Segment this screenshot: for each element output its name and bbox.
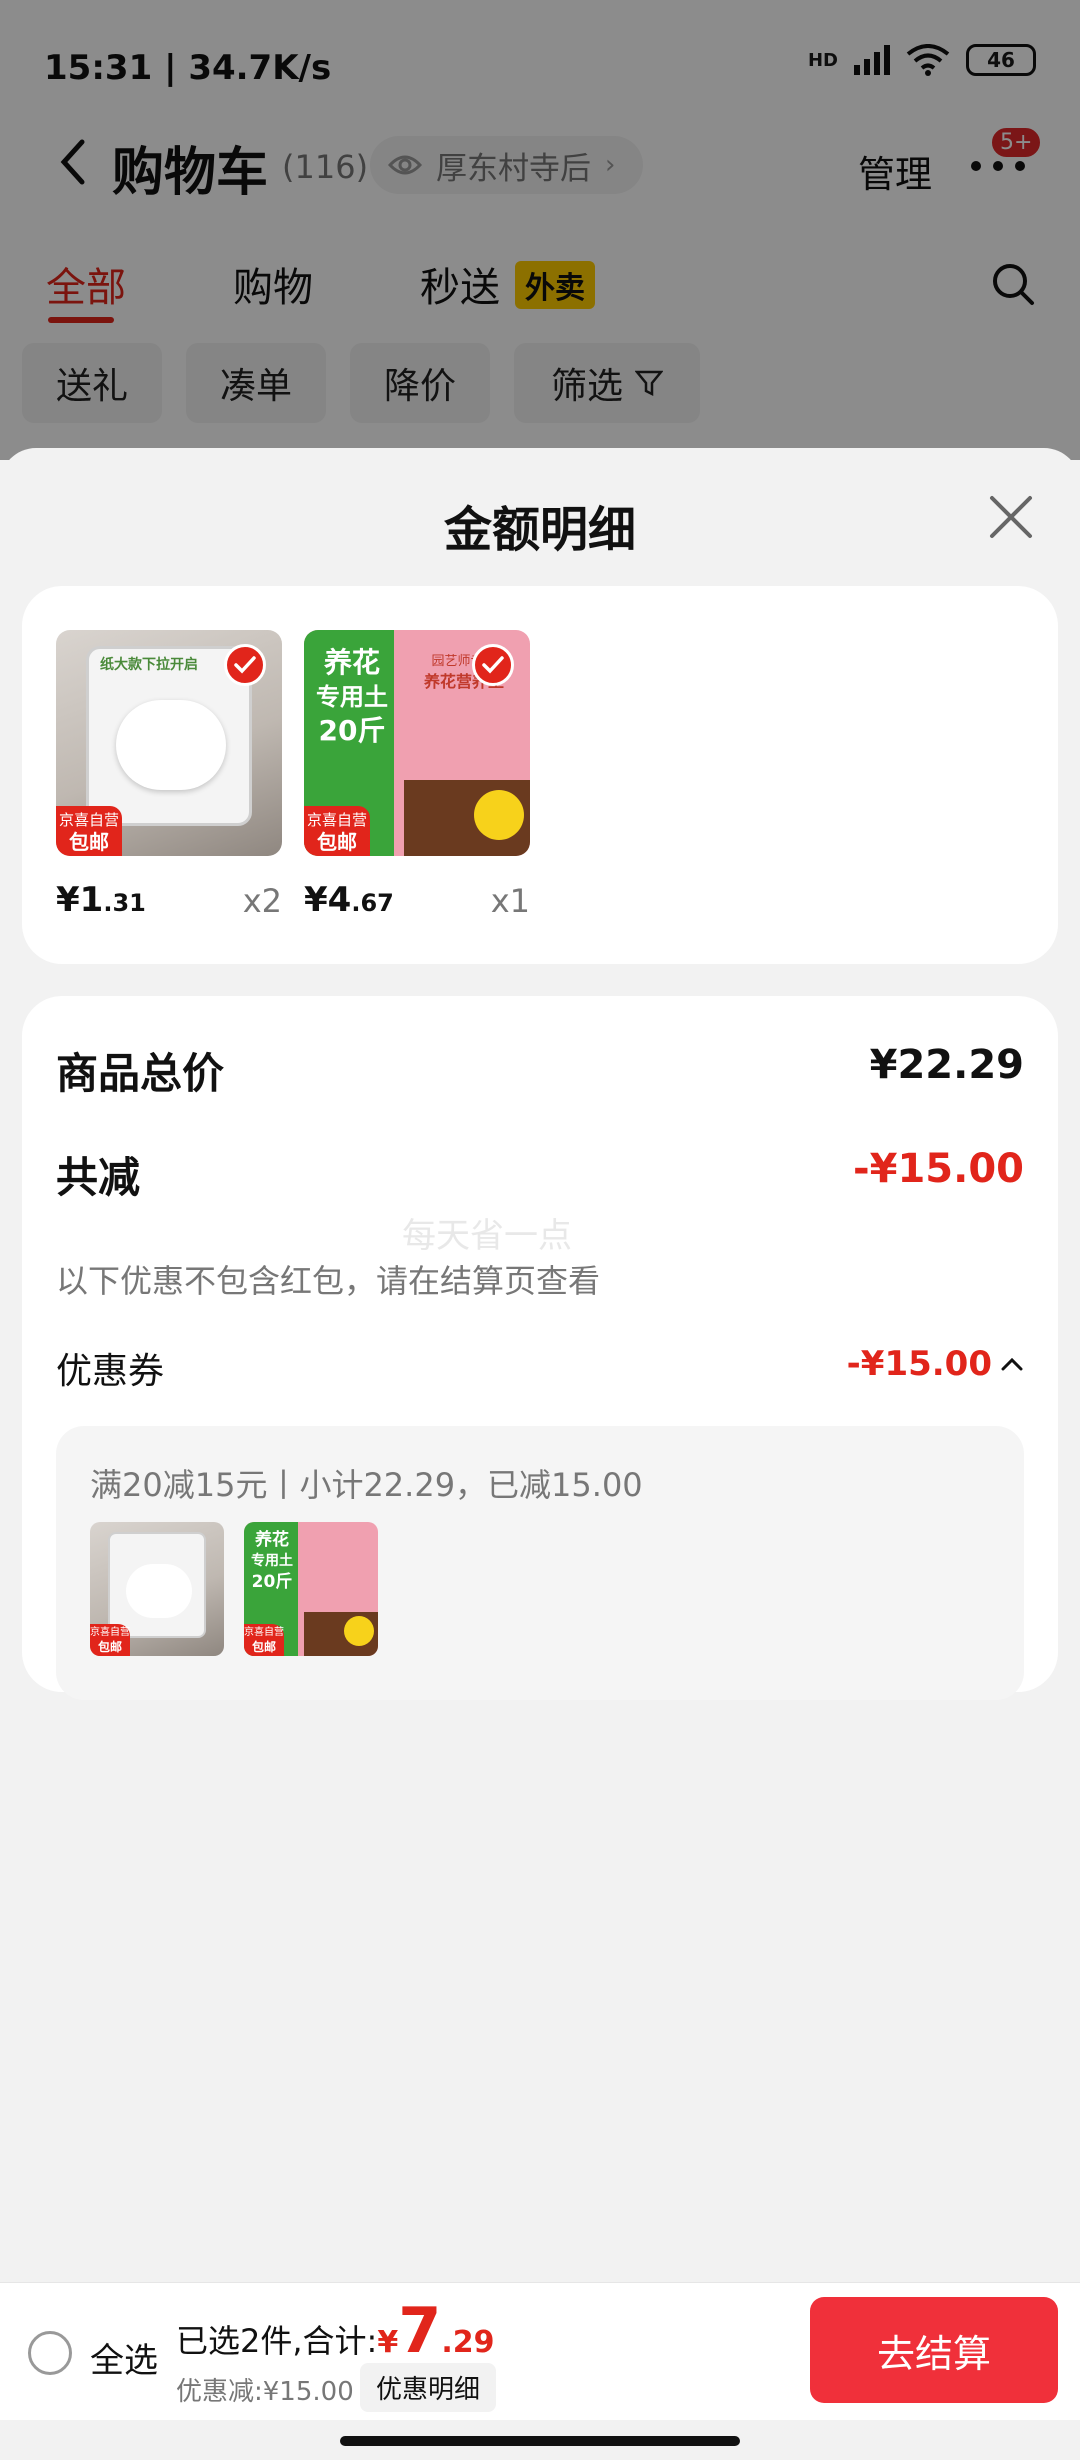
- reduce-note: 以下优惠不包含红包，请在结算页查看: [56, 1262, 601, 1300]
- free-shipping-tag: 京喜自营 包邮: [304, 806, 370, 856]
- soil-caption-1: 养花: [255, 1530, 289, 1550]
- select-all-radio[interactable]: [28, 2331, 72, 2375]
- ship-tag-line1: 京喜自营: [58, 811, 119, 829]
- soil-caption-2: 专用土: [316, 683, 388, 711]
- coupon-product-thumb: 养花 专用土 20斤 京喜自营包邮: [244, 1522, 378, 1656]
- ship-tag-line2: 包邮: [251, 1640, 276, 1654]
- ship-tag-line2: 包邮: [97, 1640, 122, 1654]
- ship-tag-line1: 京喜自营: [306, 811, 367, 829]
- ship-tag-line1: 京喜自营: [90, 1627, 130, 1638]
- product-price: ¥4.67: [304, 880, 394, 920]
- price-summary-card: 商品总价 ¥22.29 共减 每天省一点 -¥15.00 以下优惠不包含红包，请…: [22, 996, 1058, 1700]
- selected-count-text: 已选2件,合计:: [176, 2322, 378, 2360]
- total-currency: ¥: [377, 2325, 399, 2360]
- checkout-button[interactable]: 去结算: [810, 2297, 1058, 2403]
- product-image-soil: 养花 专用土 20斤 园艺师专用 养花营养土 京喜自营 包邮: [304, 630, 530, 856]
- product-qty: x1: [490, 882, 530, 920]
- free-shipping-tag: 京喜自营 包邮: [244, 1624, 284, 1656]
- soil-caption-3: 20斤: [251, 1572, 293, 1592]
- free-shipping-tag: 京喜自营 包邮: [56, 806, 122, 856]
- total-reduce-label: 共减: [56, 1153, 141, 1202]
- product-price-dec: .67: [351, 889, 394, 917]
- product-item[interactable]: 纸大款下拉开启 京喜自营 包邮 ¥1.31 x2: [56, 630, 282, 920]
- selected-summary: 已选2件,合计: ¥ 7 .29: [176, 2294, 495, 2367]
- coupon-value: -¥15.00: [846, 1344, 992, 1384]
- selected-check-icon[interactable]: [224, 644, 266, 686]
- total-integer: 7: [398, 2294, 442, 2367]
- product-item[interactable]: 养花 专用土 20斤 园艺师专用 养花营养土 京喜自营 包邮 ¥4.67 x1: [304, 630, 530, 920]
- close-icon[interactable]: [986, 492, 1036, 542]
- home-indicator[interactable]: [340, 2436, 740, 2446]
- coupon-toggle[interactable]: -¥15.00: [847, 1344, 1024, 1384]
- product-price-int: ¥1: [56, 880, 104, 920]
- product-qty: x2: [242, 882, 282, 920]
- soil-caption-1: 养花: [323, 646, 380, 679]
- ship-tag-line1: 京喜自营: [244, 1627, 284, 1638]
- ship-tag-line2: 包邮: [69, 830, 109, 854]
- selected-check-icon[interactable]: [472, 644, 514, 686]
- product-price: ¥1.31: [56, 880, 146, 920]
- product-price-int: ¥4: [304, 880, 352, 920]
- discount-amount: 优惠减:¥15.00: [176, 2377, 354, 2407]
- soil-caption-2: 专用土: [251, 1553, 293, 1569]
- overlay-scrim[interactable]: [0, 0, 1080, 460]
- product-price-dec: .31: [103, 889, 146, 917]
- products-card: 纸大款下拉开启 京喜自营 包邮 ¥1.31 x2 养花 专用土 20斤 园艺师专用…: [22, 586, 1058, 964]
- coupon-label: 优惠券: [56, 1351, 165, 1392]
- coupon-detail-box: 满20减15元丨小计22.29，已减15.00 京喜自营包邮 养花 专用土 20…: [56, 1426, 1024, 1700]
- total-decimal: .29: [441, 2325, 495, 2360]
- total-price-value: ¥22.29: [869, 1042, 1024, 1088]
- ship-tag-line2: 包邮: [317, 830, 357, 854]
- cart-page-background: 15:31 | 34.7K/s HD 46 购物车 (116) 厚东村寺后 › …: [0, 0, 1080, 460]
- coupon-product-thumb: 京喜自营 包邮: [90, 1522, 224, 1656]
- free-shipping-tag: 京喜自营 包邮: [90, 1624, 130, 1656]
- chevron-up-icon: [1001, 1357, 1023, 1371]
- sheet-title: 金额明细: [443, 502, 636, 558]
- discount-detail-button[interactable]: 优惠明细: [360, 2363, 497, 2412]
- watermark-text: 每天省一点: [402, 1216, 572, 1256]
- product-image-tissue: 纸大款下拉开启 京喜自营 包邮: [56, 630, 282, 856]
- total-price-label: 商品总价: [56, 1049, 225, 1098]
- checkout-label: 去结算: [876, 2331, 991, 2376]
- coupon-description: 满20减15元丨小计22.29，已减15.00: [90, 1466, 643, 1504]
- checkout-bar: 全选 已选2件,合计: ¥ 7 .29 优惠减:¥15.00 优惠明细 去结算: [0, 2282, 1080, 2420]
- amount-detail-sheet: 金额明细 纸大款下拉开启 京喜自营包邮 ¥1.31 x2 养花 专用土 20斤: [0, 448, 1080, 2460]
- total-reduce-value: -¥15.00: [853, 1146, 1024, 1192]
- soil-caption-3: 20斤: [318, 714, 386, 747]
- select-all-label[interactable]: 全选: [90, 2333, 158, 2382]
- product-image-caption: 纸大款下拉开启: [100, 657, 198, 673]
